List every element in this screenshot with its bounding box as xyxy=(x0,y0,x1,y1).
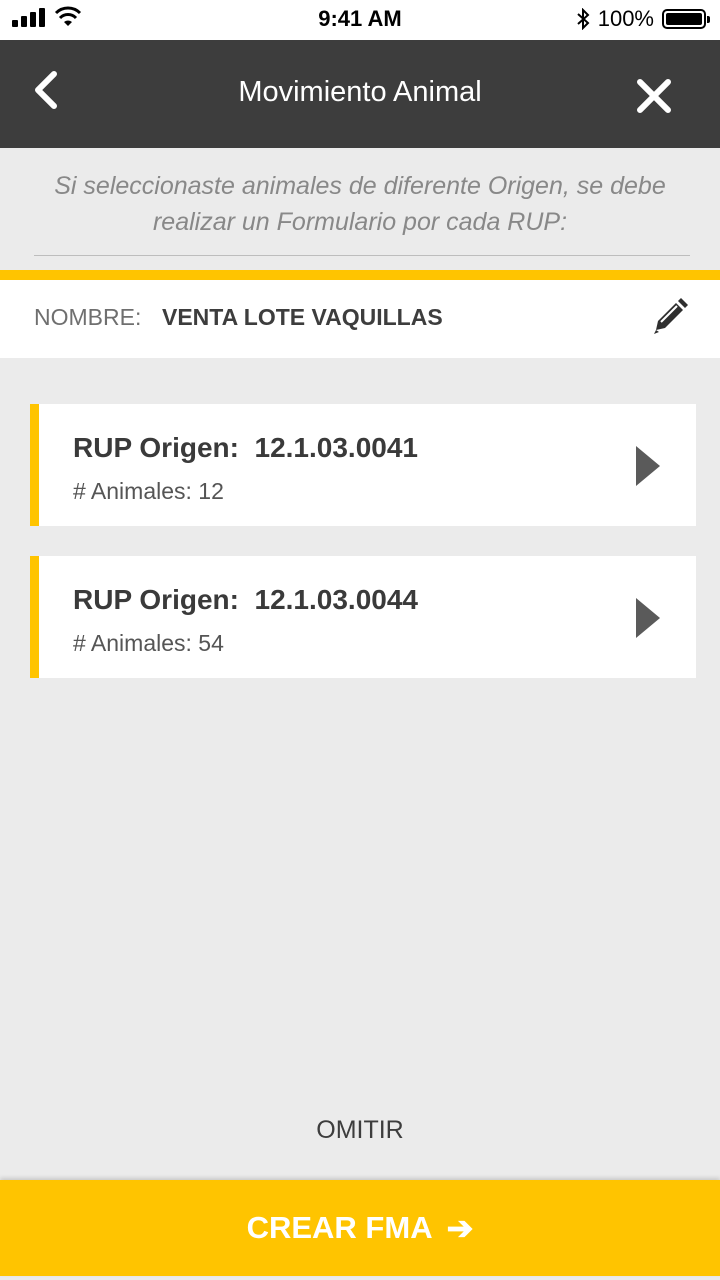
divider xyxy=(34,255,690,256)
name-label: NOMBRE: xyxy=(34,304,142,330)
rup-origin-label: RUP Origen: 12.1.03.0041 xyxy=(73,432,418,463)
animal-count: # Animales: 12 xyxy=(73,478,224,504)
animal-count: # Animales: 54 xyxy=(73,630,224,656)
bluetooth-icon xyxy=(577,8,590,30)
rup-card[interactable]: RUP Origen: 12.1.03.0044 # Animales: 54 xyxy=(30,556,696,678)
rup-card[interactable]: RUP Origen: 12.1.03.0041 # Animales: 12 xyxy=(30,404,696,526)
play-arrow-icon xyxy=(636,598,660,638)
nav-bar: Movimiento Animal xyxy=(0,40,720,148)
close-icon[interactable] xyxy=(634,76,674,116)
name-value: VENTA LOTE VAQUILLAS xyxy=(162,304,443,330)
arrow-right-icon: ➔ xyxy=(446,1210,474,1246)
info-text: Si seleccionaste animales de diferente O… xyxy=(54,172,666,236)
name-row: NOMBRE: VENTA LOTE VAQUILLAS xyxy=(0,280,720,358)
play-arrow-icon xyxy=(636,446,660,486)
status-bar: 9:41 AM 100% xyxy=(0,0,720,40)
battery-icon xyxy=(662,9,710,29)
accent-bar xyxy=(0,270,720,280)
create-fma-label: CREAR FMA xyxy=(246,1210,433,1245)
rup-origin-label: RUP Origen: 12.1.03.0044 xyxy=(73,584,418,615)
create-fma-button[interactable]: CREAR FMA ➔ xyxy=(0,1180,720,1276)
omit-button[interactable]: OMITIR xyxy=(0,1116,720,1145)
battery-percent: 100% xyxy=(597,6,654,31)
status-right: 100% xyxy=(576,6,710,32)
page-title: Movimiento Animal xyxy=(238,76,482,108)
pencil-icon[interactable] xyxy=(648,296,690,338)
